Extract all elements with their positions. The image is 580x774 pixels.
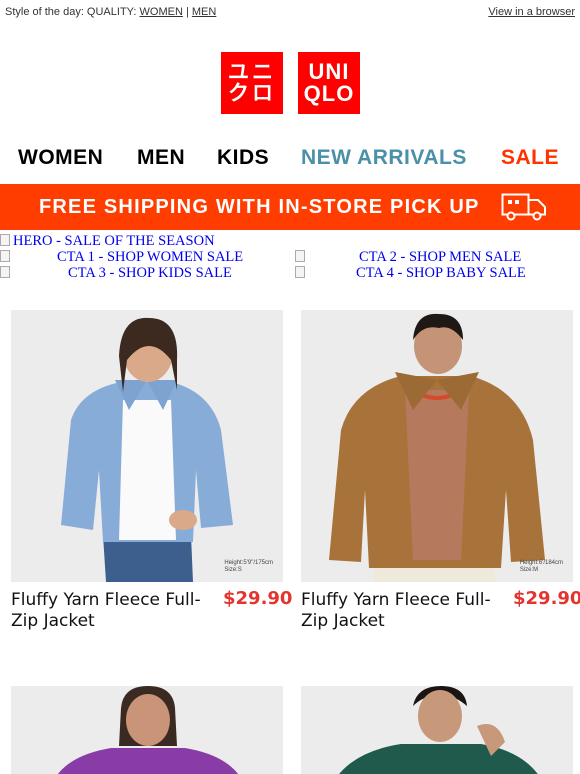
preheader-separator: |	[182, 6, 192, 18]
cta3-kids-sale-link[interactable]: CTA 3 - SHOP KIDS SALE	[0, 265, 232, 282]
logo-latin-bottom: QLO	[303, 81, 355, 106]
broken-image-icon	[0, 234, 10, 246]
cta1-label: CTA 1 - SHOP WOMEN SALE	[57, 249, 244, 265]
logo-katakana-block: ユニ クロ	[221, 52, 283, 114]
hero-link[interactable]: HERO - SALE OF THE SEASON	[0, 233, 215, 250]
broken-image-icon	[295, 250, 305, 262]
cta2-men-sale-link[interactable]: CTA 2 - SHOP MEN SALE	[295, 249, 521, 266]
cta1-women-sale-link[interactable]: CTA 1 - SHOP WOMEN SALE	[0, 249, 243, 266]
product-name[interactable]: Fluffy Yarn Fleece Full-Zip Jacket	[11, 590, 221, 632]
nav-women[interactable]: WOMEN	[18, 146, 103, 170]
product-image-green-top[interactable]	[301, 686, 573, 774]
cta3-label: CTA 3 - SHOP KIDS SALE	[68, 265, 232, 281]
product-image-blue-fleece[interactable]: Height:5'9"/175cm Size:S	[11, 310, 283, 582]
hero-label: HERO - SALE OF THE SEASON	[13, 233, 215, 249]
model-green-top-illustration	[301, 686, 573, 774]
model-height: Height:6'/184cm	[519, 560, 563, 566]
nav-kids[interactable]: KIDS	[217, 146, 269, 170]
product-image-purple-top[interactable]	[11, 686, 283, 774]
broken-image-icon	[0, 266, 10, 278]
truck-icon	[501, 193, 546, 221]
free-shipping-text: FREE SHIPPING WITH IN-STORE PICK UP	[39, 196, 480, 218]
cta4-baby-sale-link[interactable]: CTA 4 - SHOP BABY SALE	[295, 265, 526, 282]
logo-katakana-bottom: クロ	[228, 81, 276, 105]
style-of-day: Style of the day: QUALITY: WOMEN | MEN	[5, 6, 216, 18]
logo-latin-top: UNI	[308, 59, 350, 84]
model-size: Size:M	[519, 567, 539, 573]
model-size-note: Height:5'9"/175cm Size:S	[224, 560, 273, 574]
model-brown-fleece-illustration	[301, 310, 573, 582]
nav-sale[interactable]: SALE	[501, 146, 559, 170]
main-nav: WOMEN MEN KIDS NEW ARRIVALS SALE	[0, 146, 580, 174]
preheader: Style of the day: QUALITY: WOMEN | MEN V…	[5, 6, 575, 20]
nav-men[interactable]: MEN	[137, 146, 185, 170]
uniqlo-logo[interactable]: ユニ クロ UNI QLO	[221, 52, 360, 114]
free-shipping-banner[interactable]: FREE SHIPPING WITH IN-STORE PICK UP	[0, 184, 580, 230]
model-size-note: Height:6'/184cm Size:M	[520, 560, 563, 574]
nav-new-arrivals[interactable]: NEW ARRIVALS	[301, 146, 467, 170]
model-height: Height:5'9"/175cm	[224, 560, 273, 566]
model-size: Size:S	[224, 567, 242, 573]
model-blue-fleece-illustration	[11, 310, 283, 582]
broken-image-icon	[0, 250, 10, 262]
logo-katakana-top: ユニ	[228, 60, 276, 84]
broken-image-icon	[295, 266, 305, 278]
cta2-label: CTA 2 - SHOP MEN SALE	[359, 249, 522, 265]
view-in-browser-link[interactable]: View in a browser	[488, 6, 575, 18]
product-image-brown-fleece[interactable]: Height:6'/184cm Size:M	[301, 310, 573, 582]
product-price: $29.90	[513, 588, 580, 609]
preheader-women-link[interactable]: WOMEN	[140, 6, 183, 18]
preheader-men-link[interactable]: MEN	[192, 6, 216, 18]
model-purple-top-illustration	[11, 686, 283, 774]
product-name[interactable]: Fluffy Yarn Fleece Full-Zip Jacket	[301, 590, 511, 632]
logo-latin-block: UNI QLO	[298, 52, 360, 114]
style-of-day-text: Style of the day: QUALITY:	[5, 6, 140, 18]
cta4-label: CTA 4 - SHOP BABY SALE	[356, 265, 526, 281]
product-price: $29.90	[223, 588, 293, 609]
